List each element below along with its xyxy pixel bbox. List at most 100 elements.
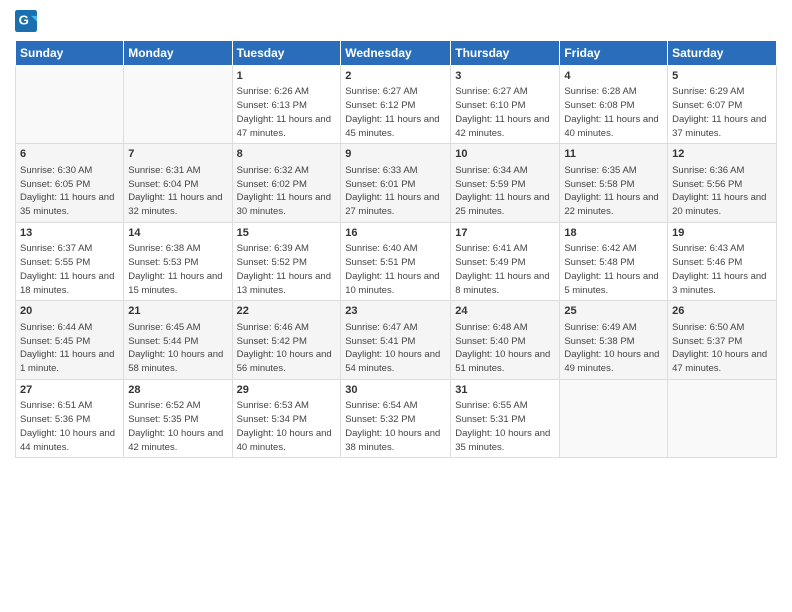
day-number: 20 (20, 304, 119, 319)
day-number: 12 (672, 147, 772, 162)
day-detail: Sunrise: 6:42 AMSunset: 5:48 PMDaylight:… (564, 242, 663, 297)
calendar-cell: 21 Sunrise: 6:45 AMSunset: 5:44 PMDayligh… (124, 301, 232, 379)
day-detail: Sunrise: 6:46 AMSunset: 5:42 PMDaylight:… (237, 321, 337, 376)
calendar-week-row: 27Sunrise: 6:51 AMSunset: 5:36 PMDayligh… (16, 379, 777, 457)
day-detail: Sunrise: 6:50 AMSunset: 5:37 PMDaylight:… (672, 321, 772, 376)
calendar-cell (668, 379, 777, 457)
calendar-week-row: 1Sunrise: 6:26 AMSunset: 6:13 PMDaylight… (16, 66, 777, 144)
day-number: 17 (455, 226, 555, 241)
day-detail: Sunrise: 6:40 AMSunset: 5:51 PMDaylight:… (345, 242, 446, 297)
day-detail: Sunrise: 6:49 AMSunset: 5:38 PMDaylight:… (564, 321, 663, 376)
day-number: 15 (237, 226, 337, 241)
day-number: 6 (20, 147, 119, 162)
calendar-cell: 31Sunrise: 6:55 AMSunset: 5:31 PMDayligh… (451, 379, 560, 457)
day-detail: Sunrise: 6:48 AMSunset: 5:40 PMDaylight:… (455, 321, 555, 376)
weekday-header: Sunday (16, 41, 124, 66)
logo-icon: G (15, 10, 37, 32)
day-number: 30 (345, 383, 446, 398)
day-number: 31 (455, 383, 555, 398)
day-number: 1 (237, 69, 337, 84)
day-number: 3 (455, 69, 555, 84)
day-detail: Sunrise: 6:37 AMSunset: 5:55 PMDaylight:… (20, 242, 119, 297)
day-number: 4 (564, 69, 663, 84)
calendar-cell: 15Sunrise: 6:39 AMSunset: 5:52 PMDayligh… (232, 222, 341, 300)
calendar-cell: 23 Sunrise: 6:47 AMSunset: 5:41 PMDayligh… (341, 301, 451, 379)
calendar-cell: 1Sunrise: 6:26 AMSunset: 6:13 PMDaylight… (232, 66, 341, 144)
svg-text:G: G (19, 13, 29, 28)
day-number: 14 (128, 226, 227, 241)
day-number: 18 (564, 226, 663, 241)
calendar-cell: 25 Sunrise: 6:49 AMSunset: 5:38 PMDayligh… (560, 301, 668, 379)
weekday-header: Thursday (451, 41, 560, 66)
weekday-header: Monday (124, 41, 232, 66)
calendar-cell: 3Sunrise: 6:27 AMSunset: 6:10 PMDaylight… (451, 66, 560, 144)
calendar-cell: 6 Sunrise: 6:30 AMSunset: 6:05 PMDaylight… (16, 144, 124, 222)
day-detail: Sunrise: 6:43 AMSunset: 5:46 PMDaylight:… (672, 242, 772, 297)
day-number: 25 (564, 304, 663, 319)
calendar-cell: 8 Sunrise: 6:32 AMSunset: 6:02 PMDaylight… (232, 144, 341, 222)
calendar-cell: 22 Sunrise: 6:46 AMSunset: 5:42 PMDayligh… (232, 301, 341, 379)
day-detail: Sunrise: 6:54 AMSunset: 5:32 PMDaylight:… (345, 399, 446, 454)
day-detail: Sunrise: 6:34 AMSunset: 5:59 PMDaylight:… (455, 164, 555, 219)
day-number: 8 (237, 147, 337, 162)
logo: G (15, 10, 41, 32)
calendar-cell: 17Sunrise: 6:41 AMSunset: 5:49 PMDayligh… (451, 222, 560, 300)
day-detail: Sunrise: 6:47 AMSunset: 5:41 PMDaylight:… (345, 321, 446, 376)
calendar-week-row: 13Sunrise: 6:37 AMSunset: 5:55 PMDayligh… (16, 222, 777, 300)
day-detail: Sunrise: 6:53 AMSunset: 5:34 PMDaylight:… (237, 399, 337, 454)
day-number: 2 (345, 69, 446, 84)
calendar-cell: 9 Sunrise: 6:33 AMSunset: 6:01 PMDaylight… (341, 144, 451, 222)
calendar-cell: 19Sunrise: 6:43 AMSunset: 5:46 PMDayligh… (668, 222, 777, 300)
calendar-cell: 7 Sunrise: 6:31 AMSunset: 6:04 PMDaylight… (124, 144, 232, 222)
calendar-cell (560, 379, 668, 457)
calendar-cell: 28Sunrise: 6:52 AMSunset: 5:35 PMDayligh… (124, 379, 232, 457)
calendar-cell: 29Sunrise: 6:53 AMSunset: 5:34 PMDayligh… (232, 379, 341, 457)
day-detail: Sunrise: 6:28 AMSunset: 6:08 PMDaylight:… (564, 85, 663, 140)
day-number: 22 (237, 304, 337, 319)
day-detail: Sunrise: 6:45 AMSunset: 5:44 PMDaylight:… (128, 321, 227, 376)
day-number: 29 (237, 383, 337, 398)
calendar-cell: 16Sunrise: 6:40 AMSunset: 5:51 PMDayligh… (341, 222, 451, 300)
day-number: 26 (672, 304, 772, 319)
day-number: 7 (128, 147, 227, 162)
day-detail: Sunrise: 6:38 AMSunset: 5:53 PMDaylight:… (128, 242, 227, 297)
calendar-cell: 18Sunrise: 6:42 AMSunset: 5:48 PMDayligh… (560, 222, 668, 300)
day-detail: Sunrise: 6:30 AMSunset: 6:05 PMDaylight:… (20, 164, 119, 219)
day-number: 9 (345, 147, 446, 162)
day-detail: Sunrise: 6:44 AMSunset: 5:45 PMDaylight:… (20, 321, 119, 376)
calendar-cell: 13Sunrise: 6:37 AMSunset: 5:55 PMDayligh… (16, 222, 124, 300)
day-number: 16 (345, 226, 446, 241)
calendar-cell: 11Sunrise: 6:35 AMSunset: 5:58 PMDayligh… (560, 144, 668, 222)
day-number: 28 (128, 383, 227, 398)
calendar-cell: 12Sunrise: 6:36 AMSunset: 5:56 PMDayligh… (668, 144, 777, 222)
calendar-cell: 27Sunrise: 6:51 AMSunset: 5:36 PMDayligh… (16, 379, 124, 457)
weekday-header: Tuesday (232, 41, 341, 66)
day-number: 13 (20, 226, 119, 241)
calendar-cell (16, 66, 124, 144)
day-number: 21 (128, 304, 227, 319)
calendar-cell: 20 Sunrise: 6:44 AMSunset: 5:45 PMDayligh… (16, 301, 124, 379)
calendar-table: SundayMondayTuesdayWednesdayThursdayFrid… (15, 40, 777, 458)
day-number: 24 (455, 304, 555, 319)
day-detail: Sunrise: 6:52 AMSunset: 5:35 PMDaylight:… (128, 399, 227, 454)
calendar-cell (124, 66, 232, 144)
calendar-cell: 14Sunrise: 6:38 AMSunset: 5:53 PMDayligh… (124, 222, 232, 300)
header: G (15, 10, 777, 32)
day-detail: Sunrise: 6:29 AMSunset: 6:07 PMDaylight:… (672, 85, 772, 140)
calendar-cell: 26 Sunrise: 6:50 AMSunset: 5:37 PMDayligh… (668, 301, 777, 379)
calendar-week-row: 20 Sunrise: 6:44 AMSunset: 5:45 PMDayligh… (16, 301, 777, 379)
day-number: 10 (455, 147, 555, 162)
calendar-cell: 2Sunrise: 6:27 AMSunset: 6:12 PMDaylight… (341, 66, 451, 144)
day-detail: Sunrise: 6:31 AMSunset: 6:04 PMDaylight:… (128, 164, 227, 219)
day-detail: Sunrise: 6:32 AMSunset: 6:02 PMDaylight:… (237, 164, 337, 219)
page: G SundayMondayTuesdayWednesdayThursdayFr… (0, 0, 792, 612)
calendar-cell: 5Sunrise: 6:29 AMSunset: 6:07 PMDaylight… (668, 66, 777, 144)
day-detail: Sunrise: 6:41 AMSunset: 5:49 PMDaylight:… (455, 242, 555, 297)
day-detail: Sunrise: 6:33 AMSunset: 6:01 PMDaylight:… (345, 164, 446, 219)
calendar-cell: 24 Sunrise: 6:48 AMSunset: 5:40 PMDayligh… (451, 301, 560, 379)
day-number: 11 (564, 147, 663, 162)
day-detail: Sunrise: 6:39 AMSunset: 5:52 PMDaylight:… (237, 242, 337, 297)
weekday-header: Friday (560, 41, 668, 66)
day-number: 5 (672, 69, 772, 84)
day-number: 23 (345, 304, 446, 319)
